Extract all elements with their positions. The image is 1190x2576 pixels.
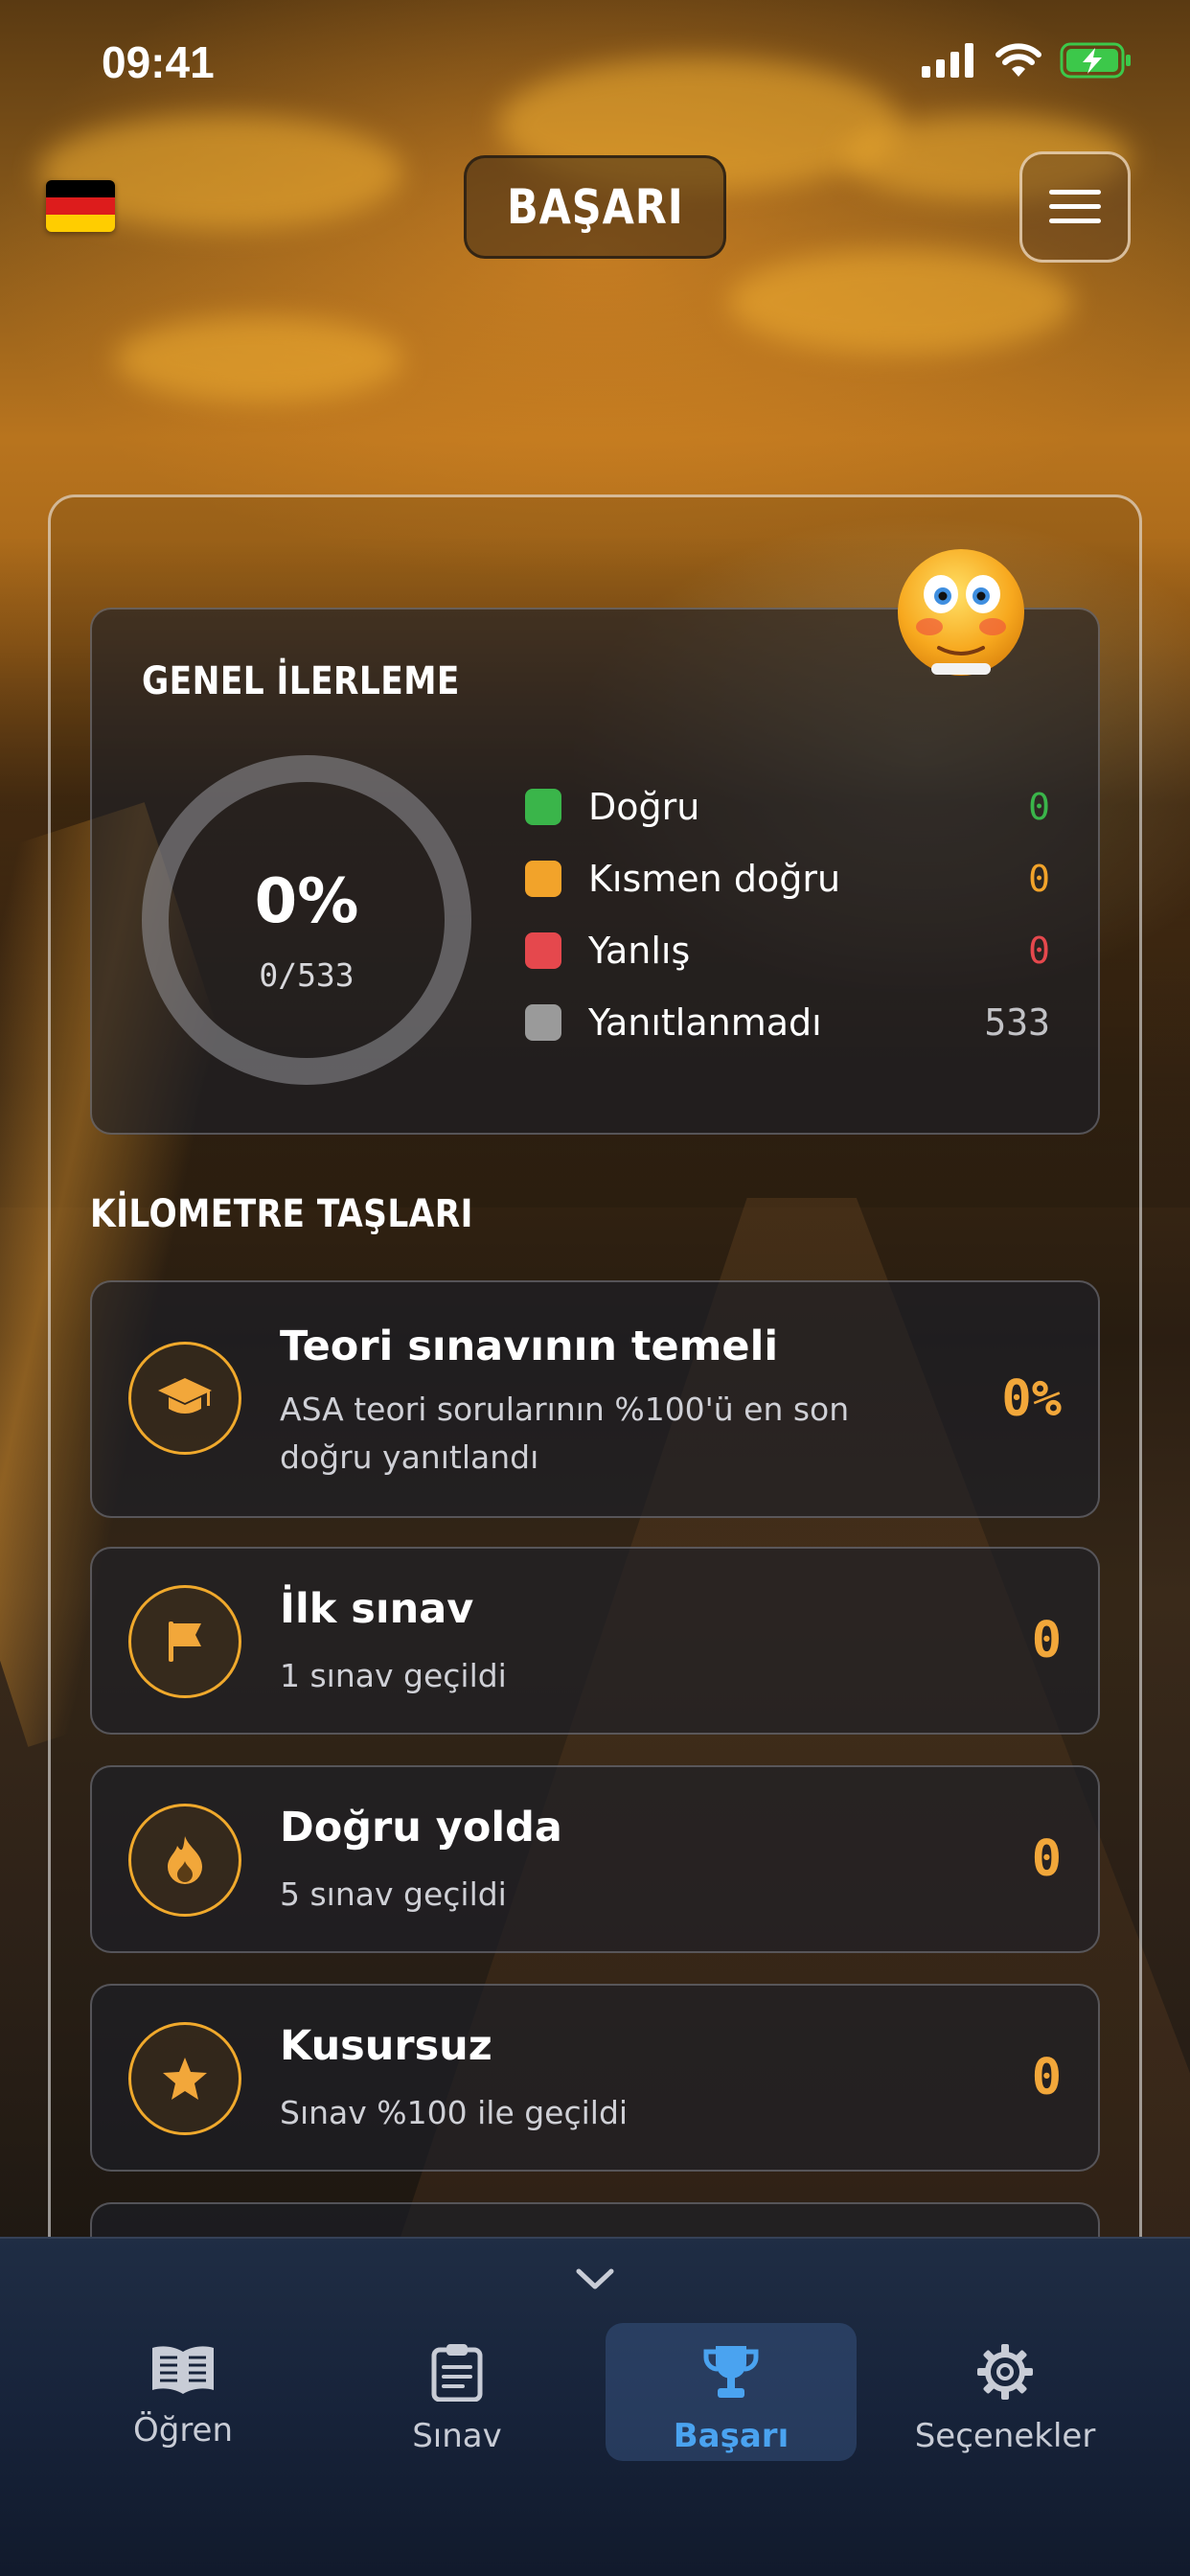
milestone-card[interactable]: Teori sınavının temeli ASA teori sorular… xyxy=(90,1280,1100,1518)
overall-progress-heading: GENEL İLERLEME xyxy=(142,659,460,703)
flame-icon xyxy=(168,1836,202,1884)
tab-exam[interactable]: Sınav xyxy=(332,2323,583,2461)
chevron-down-icon[interactable] xyxy=(575,2267,615,2292)
status-bar: 09:41 xyxy=(0,0,1190,134)
book-icon xyxy=(152,2346,214,2394)
legend-swatch xyxy=(525,932,561,969)
legend-swatch xyxy=(525,1003,561,1041)
progress-percent: 0% xyxy=(254,866,359,937)
milestone-card[interactable]: Kusursuz Sınav %100 ile geçildi 0 xyxy=(90,1984,1100,2172)
status-time: 09:41 xyxy=(102,37,215,87)
language-flag-button[interactable] xyxy=(46,180,115,232)
milestone-icon xyxy=(128,1585,241,1698)
milestone-card[interactable]: Doğru yolda 5 sınav geçildi 0 xyxy=(90,1765,1100,1953)
milestone-card[interactable]: İlk sınav 1 sınav geçildi 0 xyxy=(90,1547,1100,1735)
tab-achievements[interactable]: Başarı xyxy=(606,2323,857,2461)
flag-icon xyxy=(169,1622,201,1662)
battery-charging-icon xyxy=(1060,42,1131,79)
legend-item-unanswered: Yanıtlanmadı 533 xyxy=(525,986,1050,1058)
star-icon xyxy=(163,2058,207,2100)
tab-settings[interactable]: Seçenekler xyxy=(880,2323,1131,2461)
legend-swatch xyxy=(525,788,561,825)
gear-icon xyxy=(977,2344,1033,2400)
milestone-icon xyxy=(128,1342,241,1455)
graduation-cap-icon xyxy=(158,1378,212,1414)
hamburger-menu-icon xyxy=(1049,190,1101,223)
overall-progress-card: GENEL İLERLEME 0% 0/533 Doğru 0 Kısmen d… xyxy=(90,608,1100,1135)
milestone-icon xyxy=(128,2022,241,2135)
smiley-emoji-icon xyxy=(898,549,1024,676)
legend-swatch xyxy=(525,860,561,897)
menu-button[interactable] xyxy=(1019,151,1131,263)
progress-ring: 0% 0/533 xyxy=(140,753,473,1087)
wifi-icon xyxy=(995,43,1041,77)
trophy-icon xyxy=(703,2346,759,2398)
cellular-signal-icon xyxy=(922,43,973,78)
legend-item-wrong: Yanlış 0 xyxy=(525,914,1050,986)
progress-fraction: 0/533 xyxy=(259,956,355,994)
milestone-icon xyxy=(128,1804,241,1917)
milestones-heading: KİLOMETRE TAŞLARI xyxy=(90,1192,473,1236)
clipboard-icon xyxy=(431,2344,483,2402)
legend-item-correct: Doğru 0 xyxy=(525,770,1050,842)
bottom-tab-bar: Öğren Sınav Başarı Seçenekler xyxy=(0,2237,1190,2576)
tab-learn[interactable]: Öğren xyxy=(57,2323,309,2461)
page-title: BAŞARI xyxy=(464,155,726,259)
progress-legend: Doğru 0 Kısmen doğru 0 Yanlış 0 Yanıtlan… xyxy=(525,770,1050,1058)
legend-item-partially-correct: Kısmen doğru 0 xyxy=(525,842,1050,914)
